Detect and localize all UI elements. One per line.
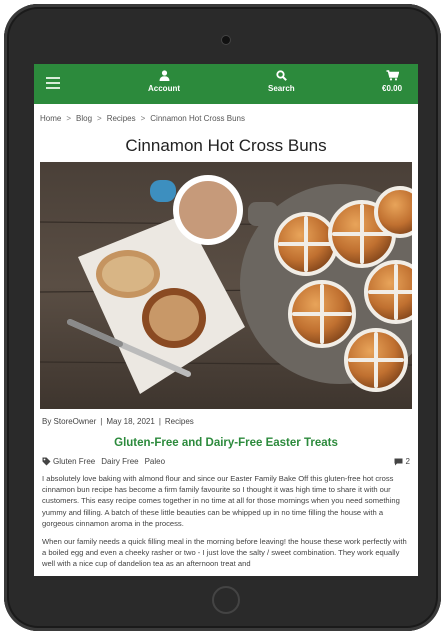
account-label: Account: [148, 84, 180, 93]
breadcrumb-home[interactable]: Home: [40, 114, 61, 126]
search-label: Search: [268, 84, 295, 93]
tag-paleo[interactable]: Paleo: [145, 457, 165, 466]
comment-icon: [394, 458, 403, 465]
meta-divider: |: [158, 417, 161, 426]
meta-divider: |: [100, 417, 103, 426]
breadcrumb: Home > Blog > Recipes > Cinnamon Hot Cro…: [40, 104, 412, 126]
tablet-frame: Account Search €0.00 Home > Blog > Recip…: [4, 4, 441, 631]
camera-dot: [222, 36, 230, 44]
hero-image: [40, 162, 412, 409]
breadcrumb-separator: >: [66, 114, 72, 123]
post-paragraph: I absolutely love baking with almond flo…: [42, 474, 400, 528]
cart-total: €0.00: [382, 84, 403, 93]
breadcrumb-separator: >: [140, 114, 146, 123]
post-category[interactable]: Recipes: [165, 417, 194, 426]
cart-icon: [386, 70, 399, 81]
breadcrumb-current: Cinnamon Hot Cross Buns: [150, 114, 245, 123]
hamburger-menu-icon[interactable]: [46, 77, 60, 90]
post-heading: Gluten-Free and Dairy-Free Easter Treats: [114, 437, 338, 449]
breadcrumb-blog[interactable]: Blog: [76, 114, 92, 126]
home-button[interactable]: [212, 586, 240, 614]
tag-dairy-free[interactable]: Dairy Free: [101, 457, 138, 466]
page-title: Cinnamon Hot Cross Buns: [125, 136, 327, 155]
breadcrumb-separator: >: [97, 114, 102, 123]
post-meta: By StoreOwner | May 18, 2021 | Recipes: [42, 417, 410, 426]
search-button[interactable]: Search: [268, 70, 295, 93]
post-date: May 18, 2021: [106, 417, 155, 426]
breadcrumb-recipes[interactable]: Recipes: [107, 114, 136, 126]
post-author[interactable]: By StoreOwner: [42, 417, 96, 426]
post-paragraph: When our family needs a quick filling me…: [42, 537, 407, 569]
search-icon: [276, 70, 287, 81]
comment-count: 2: [405, 457, 410, 466]
post-content: Home > Blog > Recipes > Cinnamon Hot Cro…: [34, 104, 418, 570]
cart-button[interactable]: €0.00: [382, 70, 402, 93]
tag-gluten-free[interactable]: Gluten Free: [53, 457, 95, 466]
top-navbar: Account Search €0.00: [34, 64, 418, 104]
tablet-screen: Account Search €0.00 Home > Blog > Recip…: [34, 64, 418, 576]
comments-link[interactable]: 2: [394, 457, 410, 466]
tag-icon: [42, 457, 51, 466]
account-button[interactable]: Account: [148, 70, 180, 93]
tags-row: Gluten Free Dairy Free Paleo 2: [42, 457, 410, 466]
user-icon: [159, 70, 169, 81]
